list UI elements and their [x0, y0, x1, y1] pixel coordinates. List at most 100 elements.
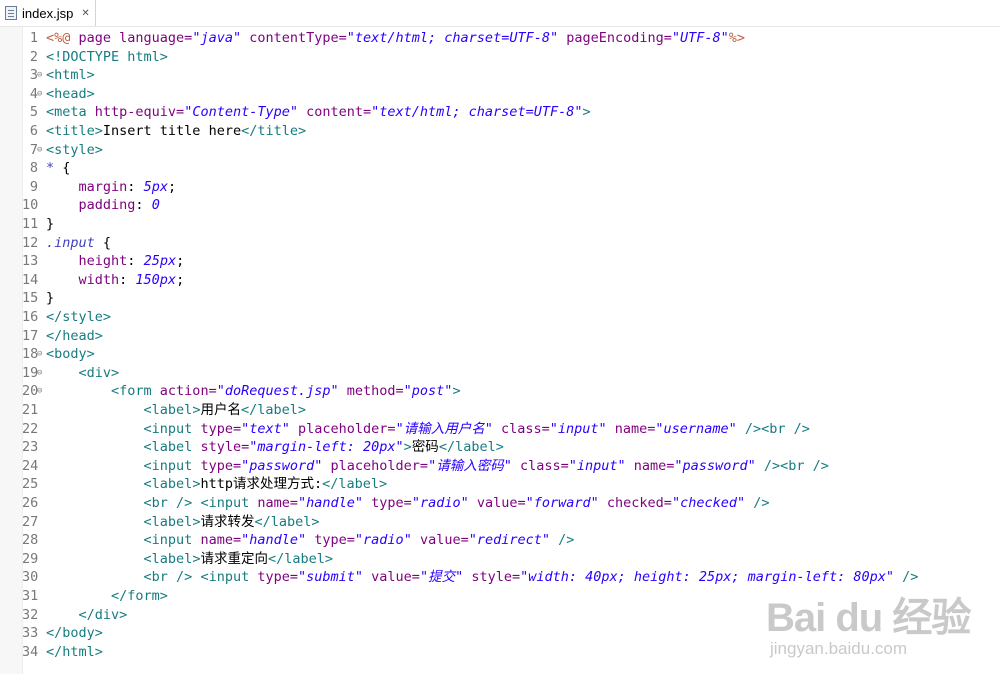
line-number: 16	[22, 309, 39, 325]
code-token: "forward"	[525, 495, 599, 511]
line-number: 18	[22, 346, 39, 363]
code-token: Insert title here	[102, 123, 242, 139]
jsp-file-icon	[5, 6, 17, 20]
code-text: </div>	[46, 606, 128, 625]
code-token: /><br />	[736, 420, 810, 437]
code-text: <body>	[46, 345, 95, 364]
line-number: 27	[22, 513, 39, 530]
code-token: {	[94, 234, 112, 251]
code-token: 25px	[143, 253, 177, 270]
code-token: </label>	[240, 402, 306, 418]
code-token: type=	[306, 532, 355, 549]
code-token: 密码	[411, 439, 439, 456]
fold-toggle-icon[interactable]: ⊖	[37, 66, 42, 85]
code-token: <form	[111, 383, 152, 400]
code-token: "password"	[241, 457, 323, 474]
code-text: .input {	[46, 234, 111, 253]
code-token: placeholder=	[289, 420, 396, 437]
line-number: 4	[29, 85, 38, 102]
code-token: <div>	[78, 364, 120, 381]
code-token: page	[70, 30, 112, 46]
code-editor[interactable]: 1 <%@ page language="java" contentType="t…	[0, 27, 1000, 674]
code-token: <label>	[143, 476, 201, 493]
code-text: }	[46, 215, 54, 234]
code-text: <label style="margin-left: 20px">密码</lab…	[46, 438, 504, 457]
code-text: <label>请求重定向</label>	[46, 550, 333, 569]
code-text: margin: 5px;	[46, 178, 177, 197]
code-token: 5px	[143, 178, 168, 195]
code-token: <!DOCTYPE html>	[46, 48, 168, 65]
fold-toggle-icon[interactable]: ⊖	[37, 85, 42, 104]
code-token: }	[46, 290, 55, 307]
tab-title: index.jsp	[22, 5, 74, 21]
code-token: <%@	[46, 30, 71, 46]
code-token: <body>	[46, 346, 95, 363]
line-number: 5	[29, 104, 38, 121]
code-token: 请求转发	[200, 513, 255, 530]
line-number: 30	[22, 569, 39, 586]
fold-toggle-icon[interactable]: ⊖	[37, 141, 42, 160]
code-token: </label>	[254, 513, 320, 530]
code-token: 用户名	[200, 402, 241, 418]
code-token: contentType=	[241, 30, 347, 46]
tab-index-jsp[interactable]: index.jsp ✕	[0, 0, 96, 26]
code-token: ;	[167, 178, 177, 195]
code-token: type=	[192, 420, 242, 437]
code-token: >	[452, 383, 461, 400]
code-token: margin	[78, 178, 128, 195]
code-token: </body>	[46, 625, 103, 642]
code-text: <%@ page language="java" contentType="te…	[46, 29, 745, 48]
line-number: 31	[22, 588, 39, 604]
code-token: 请求重定向	[200, 550, 268, 567]
code-token: value=	[363, 569, 420, 586]
code-token: <label>	[143, 402, 201, 418]
line-number: 34	[22, 643, 39, 660]
code-token: </label>	[267, 550, 333, 567]
code-token: method=	[338, 383, 404, 400]
code-token: "text"	[241, 420, 290, 437]
code-token: checked=	[598, 495, 672, 511]
code-text: <input type="text" placeholder="请输入用户名" …	[46, 420, 810, 439]
code-token: name=	[192, 532, 242, 549]
code-token: />	[893, 569, 919, 586]
code-token: >	[582, 104, 591, 121]
line-number: 1	[29, 30, 38, 46]
fold-toggle-icon[interactable]: ⊖	[37, 364, 42, 383]
line-number: 33	[22, 625, 39, 642]
code-token: "请输入密码"	[428, 457, 512, 474]
code-token: "java"	[192, 30, 242, 46]
code-token: "submit"	[298, 569, 364, 586]
code-text: <label>http请求处理方式:</label>	[46, 475, 388, 494]
code-token: </head>	[46, 327, 103, 344]
fold-toggle-icon[interactable]: ⊖	[37, 382, 42, 401]
line-number: 3	[29, 67, 38, 84]
code-token: "handle"	[241, 532, 307, 549]
code-text: </head>	[46, 327, 103, 346]
code-token: :	[135, 197, 152, 214]
code-token: />	[550, 532, 575, 549]
code-token: "input"	[549, 420, 607, 437]
code-text: <form action="doRequest.jsp" method="pos…	[46, 382, 461, 401]
code-token: name=	[249, 495, 298, 511]
code-text: <label>用户名</label>	[46, 401, 306, 420]
close-icon[interactable]: ✕	[81, 8, 89, 19]
code-token: "margin-left: 20px"	[249, 439, 404, 456]
code-token: </label>	[322, 476, 388, 493]
code-text: <div>	[46, 364, 120, 383]
code-token: "password"	[674, 457, 756, 474]
line-number: 14	[22, 271, 39, 288]
code-token: :	[127, 178, 144, 195]
code-token: >	[403, 439, 412, 456]
code-token: http-equiv=	[86, 104, 185, 121]
line-number: 10	[22, 197, 39, 214]
code-text: <br /> <input name="handle" type="radio"…	[46, 494, 770, 513]
code-token: <br /> <input	[143, 495, 250, 511]
line-number: 25	[22, 476, 39, 493]
code-token: name=	[625, 457, 675, 474]
fold-toggle-icon[interactable]: ⊖	[37, 345, 42, 364]
code-token: </title>	[241, 123, 307, 139]
code-text: <label>请求转发</label>	[46, 513, 320, 532]
line-number: 6	[29, 123, 38, 139]
code-token: class=	[492, 420, 550, 437]
line-number: 2	[29, 48, 38, 65]
